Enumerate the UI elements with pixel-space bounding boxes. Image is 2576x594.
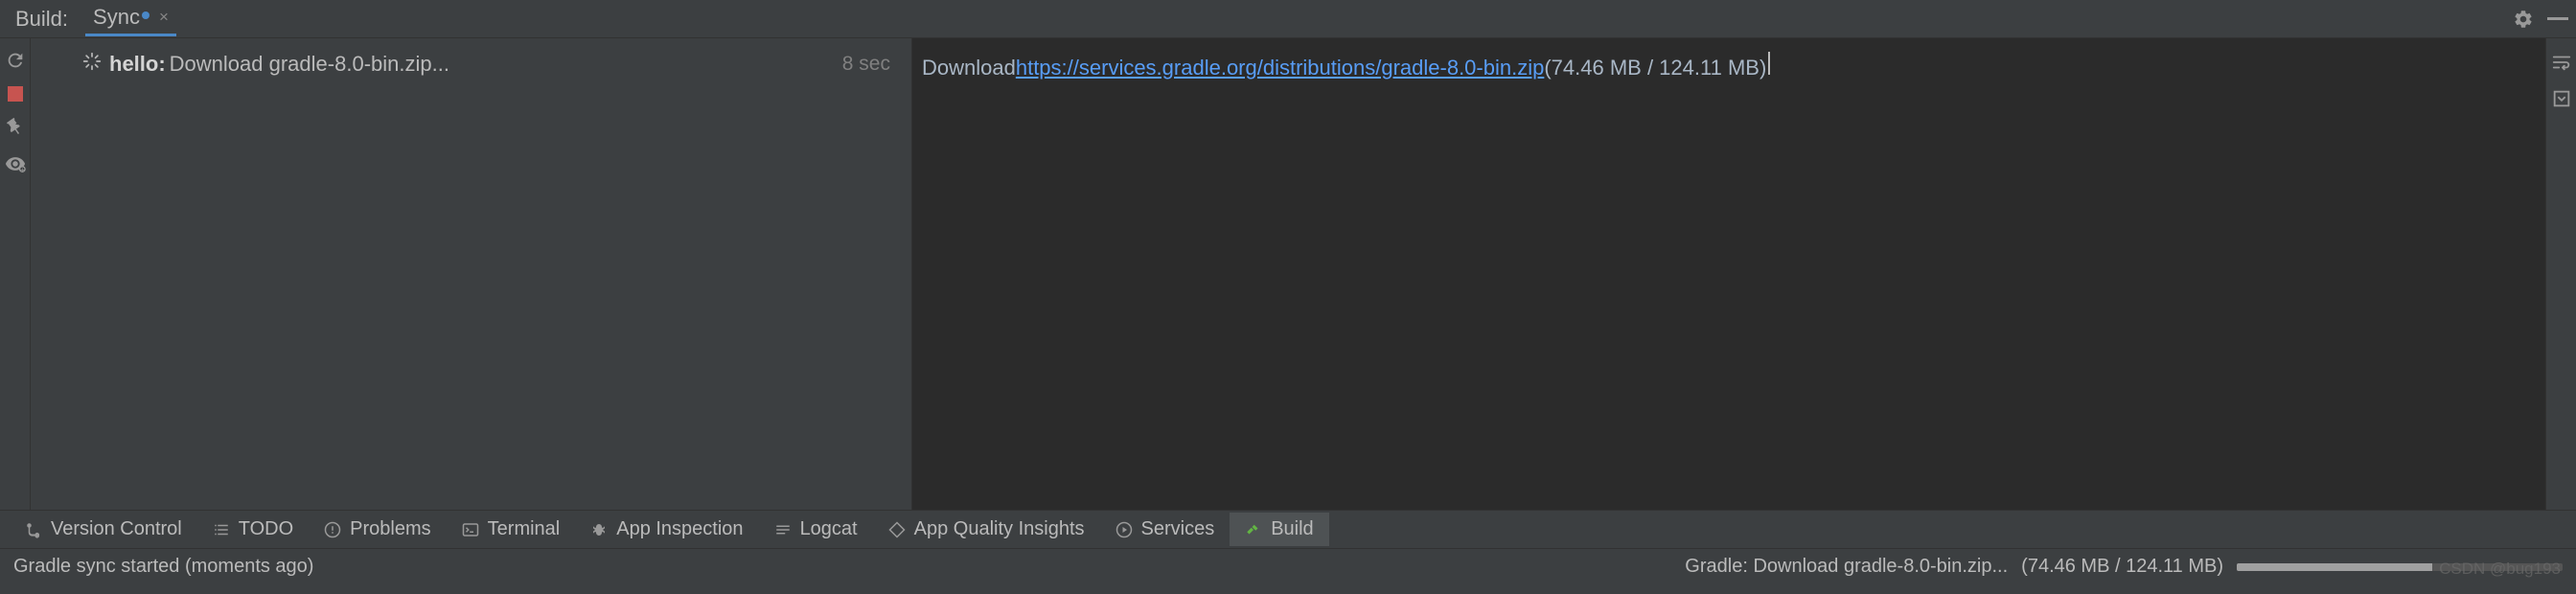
tool-label: Problems [350,518,430,540]
tool-label: Version Control [51,518,182,540]
tool-label: App Inspection [616,518,743,540]
build-panel-header: Build: Sync × [0,0,2576,38]
eye-icon[interactable]: + [5,153,26,174]
soft-wrap-icon[interactable] [2551,52,2572,73]
tool-todo[interactable]: TODO [197,513,309,546]
spinner-icon [82,52,102,77]
tool-label: App Quality Insights [914,518,1085,540]
hammer-icon [1245,521,1262,538]
text-cursor [1768,52,1770,75]
console-line: Download https://services.gradle.org/dis… [922,52,2536,80]
panel-title: Build: [15,7,68,32]
main-area: + hello: Download gradle-8.0-bin.zip... … [0,38,2576,510]
diamond-icon [888,521,906,538]
refresh-icon[interactable] [5,50,26,71]
background-task-progress-text: (74.46 MB / 124.11 MB) [2021,556,2223,578]
task-description: Download gradle-8.0-bin.zip... [170,52,449,77]
status-right-group: Gradle: Download gradle-8.0-bin.zip... (… [1685,556,2563,578]
background-task-label[interactable]: Gradle: Download gradle-8.0-bin.zip... [1685,556,2008,578]
close-icon[interactable]: × [159,8,169,27]
console-progress: (74.46 MB / 124.11 MB) [1544,56,1766,80]
tool-logcat[interactable]: Logcat [759,513,873,546]
elapsed-time: 8 sec [842,53,890,76]
tool-label: TODO [239,518,293,540]
watermark: CSDN @bug193 [2439,560,2561,579]
task-name: hello: [109,52,166,77]
minimize-icon[interactable] [2547,17,2568,21]
tool-terminal[interactable]: Terminal [447,513,576,546]
status-message: Gradle sync started (moments ago) [13,556,313,578]
terminal-icon [462,521,479,538]
tool-version-control[interactable]: Version Control [10,513,197,546]
tab-label: Sync [93,5,140,30]
branch-icon [25,521,42,538]
status-bar: Gradle sync started (moments ago) Gradle… [0,548,2576,584]
progress-fill [2237,563,2432,571]
build-tree-panel: hello: Download gradle-8.0-bin.zip... 8 … [31,38,912,510]
tool-problems[interactable]: Problems [309,513,446,546]
scroll-to-end-icon[interactable] [2551,88,2572,109]
bottom-tool-window-bar: Version Control TODO Problems Terminal A… [0,510,2576,548]
tool-label: Terminal [488,518,561,540]
left-tool-strip: + [0,38,31,510]
tool-label: Logcat [800,518,858,540]
tool-app-quality[interactable]: App Quality Insights [873,513,1100,546]
bug-icon [590,521,608,538]
tab-sync[interactable]: Sync × [85,1,176,36]
tool-app-inspection[interactable]: App Inspection [575,513,758,546]
download-url-link[interactable]: https://services.gradle.org/distribution… [1016,56,1545,80]
warning-icon [324,521,341,538]
right-tool-strip [2545,38,2576,510]
tool-label: Services [1141,518,1215,540]
list-icon [213,521,230,538]
gear-icon[interactable] [2513,9,2534,30]
stop-icon[interactable] [8,86,23,102]
tool-label: Build [1271,518,1313,540]
play-icon [1116,521,1133,538]
console-prefix: Download [922,56,1016,80]
logcat-icon [774,521,792,538]
tool-build[interactable]: Build [1230,513,1328,546]
svg-text:+: + [20,165,24,173]
build-task-row[interactable]: hello: Download gradle-8.0-bin.zip... 8 … [40,52,902,77]
loading-indicator-icon [142,11,150,19]
console-output[interactable]: Download https://services.gradle.org/dis… [912,38,2545,510]
pin-icon[interactable] [5,117,26,138]
tool-services[interactable]: Services [1100,513,1230,546]
